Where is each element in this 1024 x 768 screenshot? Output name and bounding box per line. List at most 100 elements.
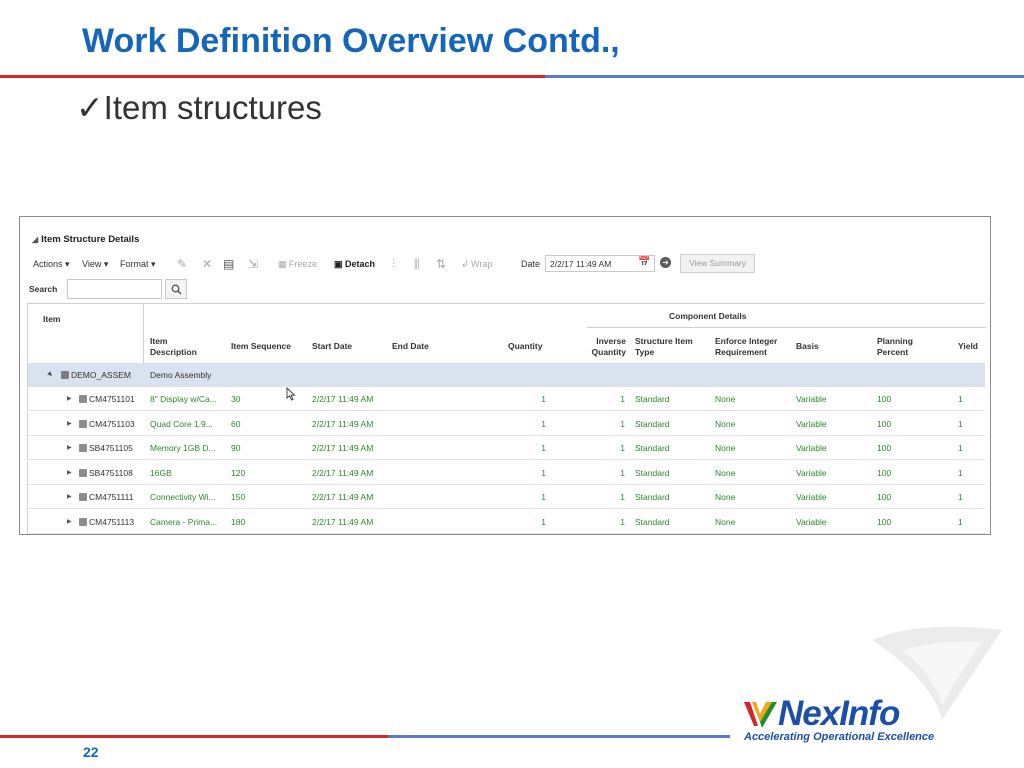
row-quantity: 1 [541,418,546,429]
search-button[interactable] [165,279,187,299]
row-start-date: 2/2/17 11:49 AM [312,492,374,502]
row-inverse-quantity: 1 [620,516,625,527]
col-basis[interactable]: Basis [796,341,819,352]
table-row-parent[interactable]: ▶ DEMO_ASSEM Demo Assembly [27,363,985,387]
row-enforce: None [715,467,736,478]
panel-title: ◢ Item Structure Details [32,234,139,245]
parent-description: Demo Assembly [150,370,212,380]
actions-menu[interactable]: Actions ▾ [33,259,70,270]
row-sequence: 60 [231,418,241,429]
row-sequence: 120 [231,467,246,478]
item-cube-icon [79,419,87,428]
expand-icon[interactable]: ⇲ [248,257,258,271]
col-inverse-quantity[interactable]: Inverse Quantity [588,336,626,358]
row-planning: 100 [877,467,892,478]
row-item[interactable]: CM4751103 [89,419,135,429]
col-yield[interactable]: Yield [958,341,978,352]
row-yield: 1 [958,443,963,453]
expand-row-icon[interactable]: ▶ [67,444,72,451]
col-item-description[interactable]: Item Description [150,336,197,358]
row-structure-type: Standard [635,394,670,404]
table-row[interactable]: ▶ CM4751111 Connectivity Wi... 150 2/2/17 11… [27,485,985,509]
row-structure-type: Standard [635,516,670,527]
expand-row-icon[interactable]: ▶ [67,518,72,525]
row-sequence: 150 [231,492,246,502]
row-start-date: 2/2/17 11:49 AM [312,443,374,453]
delete-x-icon[interactable]: ✕ [202,257,212,271]
row-item[interactable]: SB4751105 [89,443,133,453]
view-summary-button[interactable]: View Summary [680,254,755,273]
row-structure-type: Standard [635,443,670,453]
wrap-button[interactable]: ↲ Wrap [461,259,492,270]
nexinfo-logo-mark-icon [744,702,777,728]
item-cube-icon [79,517,87,526]
table-row[interactable]: ▶ CM4751113 Camera - Prima... 180 2/2/17 11:… [27,509,985,534]
go-arrow-icon[interactable]: ➜ [660,257,671,268]
calendar-icon[interactable]: 📅 [638,257,650,268]
row-yield: 1 [958,418,963,429]
item-cube-icon [79,468,87,477]
col-enforce-integer[interactable]: Enforce Integer Requirement [715,336,777,358]
search-input[interactable] [67,279,162,299]
row-enforce: None [715,492,736,502]
row-start-date: 2/2/17 11:49 AM [312,467,374,478]
col-structure-item-type[interactable]: Structure Item Type [635,336,693,358]
item-cube-icon [79,493,87,501]
row-item[interactable]: CM4751113 [89,517,134,527]
add-row-icon[interactable]: ▤ [223,257,234,271]
row-enforce: None [715,418,736,429]
expand-row-icon[interactable]: ▶ [67,469,72,476]
nexinfo-logo: NexInfo [778,694,900,733]
col-item[interactable]: Item [43,314,60,325]
detach-button[interactable]: ▣ Detach [334,259,375,270]
row-basis: Variable [796,492,827,502]
row-sequence: 30 [231,394,241,404]
collapse-row-icon[interactable]: ▶ [46,370,54,379]
row-basis: Variable [796,467,827,478]
freeze-button[interactable]: ▦ Freeze [278,259,317,270]
row-item[interactable]: CM4751111 [89,492,133,502]
expand-row-icon[interactable]: ▶ [67,395,72,402]
table-row[interactable]: ▶ SB4751108 16GB 120 2/2/17 11:49 AM 1 1 Standa… [27,460,985,485]
parent-item[interactable]: DEMO_ASSEM [71,370,131,380]
row-inverse-quantity: 1 [620,394,625,404]
col-quantity[interactable]: Quantity [508,341,542,352]
search-label: Search [29,284,58,294]
table-row[interactable]: ▶ CM4751103 Quad Core 1.9... 60 2/2/17 11:49… [27,411,985,436]
row-basis: Variable [796,418,827,429]
reorder-icon[interactable]: ⇅ [436,257,446,271]
table-row[interactable]: ▶ CM4751101 8" Display w/Ca... 30 2/2/17 11:… [27,387,985,411]
assembly-icon [61,371,69,379]
row-enforce: None [715,516,736,527]
row-basis: Variable [796,516,827,527]
row-description: 8" Display w/Ca... [150,394,217,404]
row-inverse-quantity: 1 [620,467,625,478]
view-menu[interactable]: View ▾ [82,259,108,270]
component-details-header: Component Details [669,311,747,321]
row-item[interactable]: CM4751101 [89,394,135,404]
col-planning-percent[interactable]: Planning Percent [877,336,913,358]
row-description: Camera - Prima... [150,516,218,527]
table-row[interactable]: ▶ SB4751105 Memory 1GB D... 90 2/2/17 11:49 … [27,436,985,460]
col-end-date[interactable]: End Date [392,341,429,352]
bullet-item-structures: ✓Item structures [76,89,322,126]
freeze-col-icon[interactable]: ⫼ [414,257,420,272]
row-description: Memory 1GB D... [150,443,216,453]
row-quantity: 1 [541,492,546,502]
component-details-rule [587,327,986,328]
col-item-sequence[interactable]: Item Sequence [231,341,291,352]
col-start-date[interactable]: Start Date [312,341,352,352]
row-planning: 100 [877,492,892,502]
expand-row-icon[interactable]: ▶ [67,420,72,427]
row-yield: 1 [958,467,963,478]
edit-pencil-icon[interactable]: ✎ [177,257,187,271]
wrap-col-icon[interactable]: ⫶ [392,257,395,272]
mouse-cursor-icon [286,387,296,401]
row-planning: 100 [877,394,892,404]
row-inverse-quantity: 1 [620,492,625,502]
format-menu[interactable]: Format ▾ [120,259,156,270]
collapse-triangle-icon[interactable]: ◢ [32,235,38,244]
row-item[interactable]: SB4751108 [89,468,133,478]
expand-row-icon[interactable]: ▶ [67,493,72,500]
item-cube-icon [79,444,87,452]
